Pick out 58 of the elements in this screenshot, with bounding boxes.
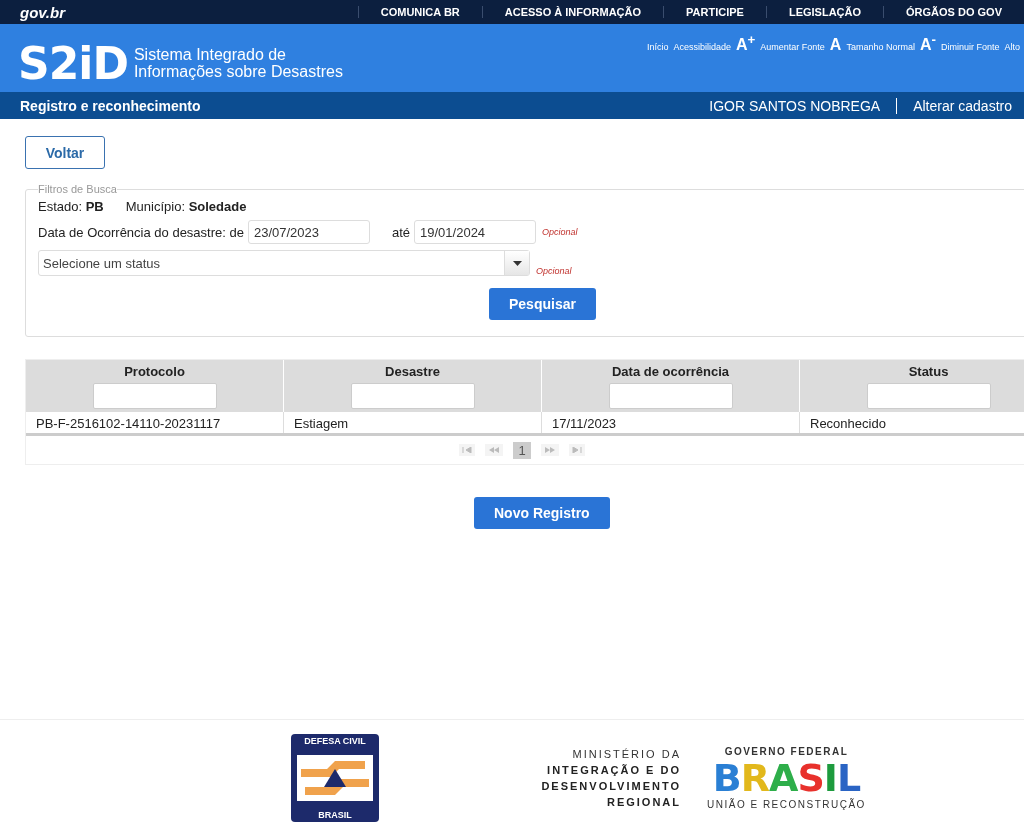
ministry-name: INTEGRAÇÃO E DO xyxy=(547,763,681,778)
date-from-field[interactable]: 23/07/2023 xyxy=(247,220,370,244)
gov-logo[interactable]: gov.br xyxy=(20,3,320,21)
government-logo: GOVERNO FEDERAL BRASIL UNIÃO E RECONSTRUÇÃO xyxy=(707,746,866,810)
table-cell: Estiagem xyxy=(284,412,542,433)
header-link[interactable]: Início xyxy=(646,42,669,53)
new-record-button[interactable]: Novo Registro xyxy=(474,497,610,529)
date-to-field[interactable]: 19/01/2024 xyxy=(414,220,537,244)
font-size-icon[interactable]: A$^{-}$ xyxy=(919,32,936,55)
nav-link[interactable]: ACESSO À INFORMAÇÃO xyxy=(481,6,664,18)
site-logo[interactable]: S2iD xyxy=(18,37,128,89)
previous-page-icon[interactable] xyxy=(485,444,504,456)
column-header: Protocolo xyxy=(124,364,185,379)
ministry-name: DESENVOLVIMENTO xyxy=(541,779,681,794)
column-header: Status xyxy=(908,364,949,379)
next-page-icon[interactable] xyxy=(540,444,559,456)
dropdown-caret-icon xyxy=(512,260,522,266)
date-label: Data de Ocorrência do desastre: de xyxy=(38,224,244,240)
header-link[interactable]: Tamanho Normal xyxy=(846,42,915,53)
optional-hint: Opcional xyxy=(536,266,572,276)
status-select[interactable]: Selecione um status xyxy=(38,250,530,276)
page-button[interactable]: 1 xyxy=(513,441,531,459)
date-to-label: até xyxy=(391,224,411,240)
table-cell: PB-F-2516102-14110-20231117 xyxy=(26,412,284,433)
nav-link[interactable]: ÓRGÃOS DO GOV xyxy=(883,6,1024,18)
header-link[interactable]: Alto xyxy=(1004,42,1020,53)
column-filter-field[interactable] xyxy=(866,383,991,409)
ministry-name: MINISTÉRIO DA xyxy=(572,747,681,762)
filters-legend: Filtros de Busca xyxy=(38,183,117,195)
column-header: Data de ocorrência xyxy=(611,364,729,379)
site-subtitle: Sistema Integrado de xyxy=(133,46,287,63)
page-title: Registro e reconhecimento xyxy=(20,97,201,114)
civil-defense-logo: DEFESA CIVIL BRASIL xyxy=(291,734,379,822)
edit-profile-link[interactable]: Alterar cadastro xyxy=(897,97,1012,114)
last-page-icon[interactable] xyxy=(568,444,585,456)
header-link[interactable]: Aumentar Fonte xyxy=(760,42,825,53)
column-header: Desastre xyxy=(385,364,440,379)
table-cell: 17/11/2023 xyxy=(542,412,800,433)
column-filter-field[interactable] xyxy=(608,383,733,409)
user-name: IGOR SANTOS NOBREGA xyxy=(709,97,898,114)
back-button[interactable]: Voltar xyxy=(25,136,105,169)
table-cell: Reconhecido xyxy=(800,412,1024,433)
municipality-text: Município: Soledade xyxy=(125,199,247,214)
nav-link[interactable]: PARTICIPE xyxy=(663,6,766,18)
font-size-icon[interactable]: A$^{+}$ xyxy=(735,32,756,55)
search-button[interactable]: Pesquisar xyxy=(489,288,596,320)
nav-link[interactable]: COMUNICA BR xyxy=(357,6,482,18)
header-link[interactable]: Acessibilidade xyxy=(673,42,731,53)
column-filter-field[interactable] xyxy=(350,383,475,409)
column-filter-field[interactable] xyxy=(92,383,217,409)
font-size-icon[interactable]: A xyxy=(829,36,842,55)
optional-hint: Opcional xyxy=(542,227,578,237)
site-subtitle: Informações sobre Desastres xyxy=(133,63,343,80)
state-text: Estado: PB xyxy=(38,199,104,214)
first-page-icon[interactable] xyxy=(459,444,476,456)
nav-link[interactable]: LEGISLAÇÃO xyxy=(765,6,884,18)
header-link[interactable]: Diminuir Fonte xyxy=(940,42,1000,53)
ministry-name: REGIONAL xyxy=(606,795,681,810)
